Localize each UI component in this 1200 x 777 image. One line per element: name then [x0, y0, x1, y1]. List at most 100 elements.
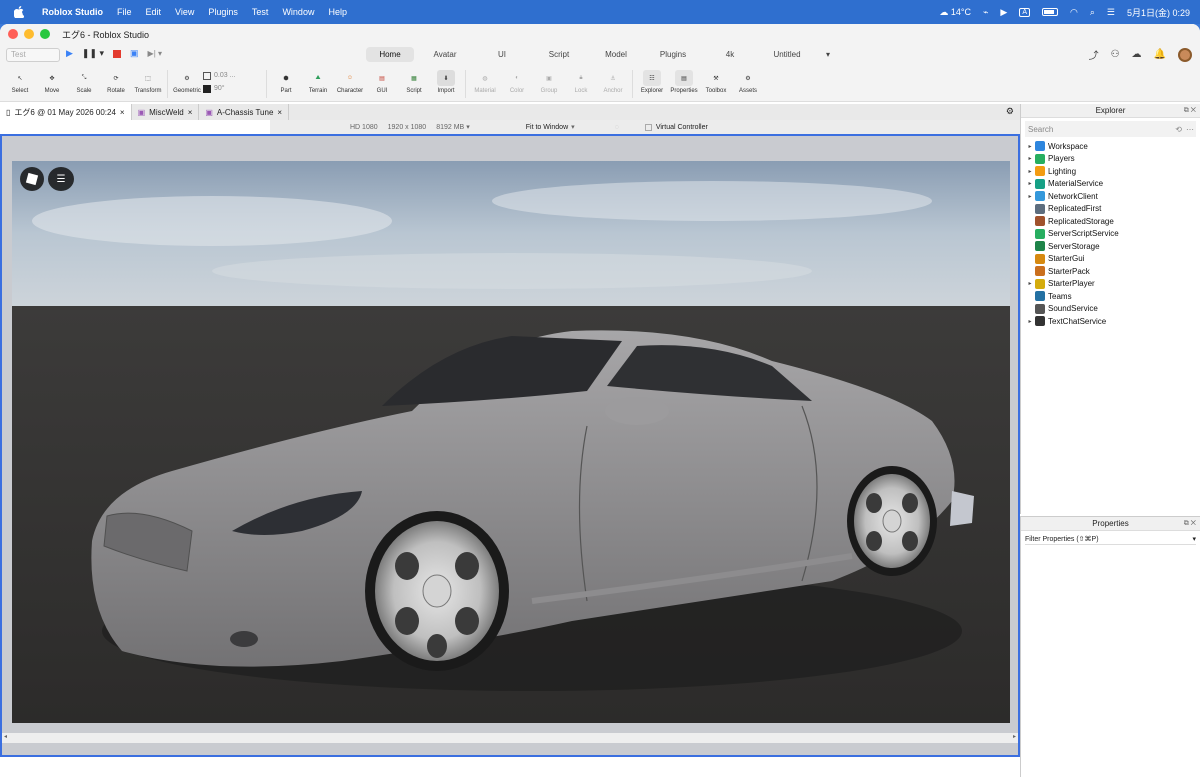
fit-to-window-dropdown[interactable]: Fit to Window — [526, 124, 568, 131]
explorer-item[interactable]: ▸ Players — [1021, 153, 1200, 166]
cloud-icon[interactable]: ☁ — [1132, 49, 1142, 60]
memory[interactable]: 8192 MB — [436, 124, 464, 131]
tab-ui[interactable]: UI — [476, 47, 528, 62]
move-tool[interactable]: ✥ Move — [36, 66, 68, 95]
explorer-tool[interactable]: ☷ Explorer — [636, 66, 668, 94]
doc-tab-chassis-tune[interactable]: ▣ A-Chassis Tune × — [199, 104, 290, 120]
close-tab-icon[interactable]: × — [188, 108, 193, 117]
explorer-item[interactable]: ReplicatedFirst — [1021, 203, 1200, 216]
explorer-search-input[interactable]: Search — [1028, 125, 1053, 134]
scroll-left-arrow-icon[interactable]: ◂ — [4, 733, 7, 740]
tab-model[interactable]: Model — [590, 47, 642, 62]
tabs-overflow-chevron-icon[interactable]: ▾ — [818, 47, 838, 62]
notifications-icon[interactable]: 🔔 — [1154, 49, 1166, 60]
roblox-menu-button[interactable] — [20, 167, 44, 191]
game-scene[interactable]: ☰ — [12, 161, 1010, 723]
weather-icon[interactable]: ☁ 14°C — [939, 7, 971, 18]
step-icon[interactable]: ▶| ▾ — [148, 49, 162, 58]
explorer-item[interactable]: ReplicatedStorage — [1021, 215, 1200, 228]
geometric-tool[interactable]: ⚙ Geometric — [171, 66, 203, 95]
terrain-tool[interactable]: ⛰ Terrain — [302, 66, 334, 95]
properties-panel-controls[interactable]: ⧉ ✕ — [1184, 517, 1196, 531]
color-tool[interactable]: ◐ Color — [501, 66, 533, 94]
doc-tab-miscweld[interactable]: ▣ MiscWeld × — [131, 104, 200, 120]
test-mode-dropdown[interactable]: Test — [6, 48, 60, 62]
properties-tool[interactable]: ▤ Properties — [668, 66, 700, 94]
snap-move-checkbox[interactable] — [203, 71, 211, 80]
orientation-icon[interactable]: ◌ — [615, 124, 619, 131]
minimize-window-button[interactable] — [24, 29, 34, 39]
apple-icon[interactable] — [12, 5, 26, 19]
script-tool[interactable]: ▦ Script — [398, 66, 430, 95]
spotlight-search-icon[interactable]: ⌕ — [1090, 7, 1095, 18]
expand-chevron-icon[interactable]: ▸ — [1025, 318, 1035, 325]
anchor-tool[interactable]: ⚓︎ Anchor — [597, 66, 629, 95]
doc-tab-place[interactable]: ▯ エグ6 @ 01 May 2026 00:24 × — [0, 104, 132, 120]
play-circle-icon[interactable]: ▶ — [1000, 7, 1007, 18]
explorer-panel-controls[interactable]: ⧉ ✕ — [1184, 104, 1196, 118]
explorer-item[interactable]: ▸ StarterPlayer — [1021, 278, 1200, 291]
fit-chevron-icon[interactable]: ▾ — [571, 123, 575, 131]
history-icon[interactable]: ⟲ — [1175, 125, 1182, 134]
scroll-right-arrow-icon[interactable]: ▸ — [1013, 733, 1016, 740]
snap-move-value[interactable]: 0.03 ... — [214, 72, 235, 79]
battery-icon[interactable] — [1041, 8, 1058, 16]
input-method-icon[interactable]: A — [1019, 7, 1030, 17]
character-tool[interactable]: ☺ Character — [334, 66, 366, 94]
collaborators-icon[interactable]: ⚇ — [1111, 49, 1120, 60]
assets-tool[interactable]: ⚙ Assets — [732, 66, 764, 95]
explorer-search[interactable]: Search ⟲ ⋯ — [1025, 121, 1196, 137]
control-center-icon[interactable]: ☰ — [1107, 7, 1115, 18]
explorer-item[interactable]: ▸ NetworkClient — [1021, 190, 1200, 203]
explorer-item[interactable]: Teams — [1021, 290, 1200, 303]
close-tab-icon[interactable]: × — [120, 108, 125, 117]
device-preview-icon[interactable]: ▣ — [130, 48, 139, 59]
menu-window[interactable]: Window — [282, 7, 314, 17]
menu-edit[interactable]: Edit — [146, 7, 162, 17]
memory-chevron-icon[interactable]: ▾ — [466, 123, 470, 131]
explorer-item[interactable]: ServerStorage — [1021, 240, 1200, 253]
toolbox-tool[interactable]: ⚒ Toolbox — [700, 66, 732, 95]
explorer-item[interactable]: StarterPack — [1021, 265, 1200, 278]
expand-chevron-icon[interactable]: ▸ — [1025, 155, 1035, 162]
scale-tool[interactable]: ⤡ Scale — [68, 66, 100, 95]
device-name[interactable]: HD 1080 — [350, 124, 378, 131]
virtual-controller-checkbox[interactable] — [644, 123, 652, 131]
filter-properties-input[interactable]: Filter Properties (⇧⌘P) ▾ — [1025, 533, 1196, 545]
transform-tool[interactable]: ⬚ Transform — [132, 66, 164, 95]
close-window-button[interactable] — [8, 29, 18, 39]
import-tool[interactable]: ⬇ Import — [430, 66, 462, 94]
clock[interactable]: 5月1日(金) 0:29 — [1127, 6, 1190, 19]
pause-icon[interactable]: ❚❚ ▾ — [82, 48, 104, 59]
close-tab-icon[interactable]: × — [277, 108, 282, 117]
menu-file[interactable]: File — [117, 7, 132, 17]
tab-4k[interactable]: 4k — [704, 47, 756, 62]
wifi-icon[interactable]: ◠ — [1070, 7, 1078, 18]
rotate-tool[interactable]: ⟳ Rotate — [100, 66, 132, 95]
gui-tool[interactable]: ▤ GUI — [366, 66, 398, 95]
expand-chevron-icon[interactable]: ▸ — [1025, 168, 1035, 175]
explorer-item[interactable]: ▸ MaterialService — [1021, 178, 1200, 191]
tab-untitled[interactable]: Untitled — [761, 47, 813, 62]
menu-test[interactable]: Test — [252, 7, 269, 17]
explorer-item[interactable]: ▸ Workspace — [1021, 140, 1200, 153]
more-options-icon[interactable]: ⋯ — [1186, 125, 1194, 134]
zoom-window-button[interactable] — [40, 29, 50, 39]
tab-avatar[interactable]: Avatar — [419, 47, 471, 62]
menu-plugins[interactable]: Plugins — [208, 7, 238, 17]
explorer-item[interactable]: ▸ Lighting — [1021, 165, 1200, 178]
avatar[interactable] — [1178, 47, 1192, 62]
expand-chevron-icon[interactable]: ▸ — [1025, 180, 1035, 187]
snap-rotate-checkbox[interactable] — [203, 84, 211, 93]
lock-tool[interactable]: 🔒︎ Lock — [565, 66, 597, 95]
expand-chevron-icon[interactable]: ▸ — [1025, 280, 1035, 287]
play-icon[interactable]: ▶ — [66, 48, 73, 59]
snap-rotate-value[interactable]: 90° — [214, 85, 225, 92]
explorer-item[interactable]: StarterGui — [1021, 253, 1200, 266]
material-tool[interactable]: ◍ Material — [469, 66, 501, 95]
menu-help[interactable]: Help — [328, 7, 347, 17]
explorer-item[interactable]: SoundService — [1021, 303, 1200, 316]
filter-chevron-icon[interactable]: ▾ — [1192, 535, 1196, 543]
horizontal-scrollbar[interactable]: ◂ ▸ — [2, 733, 1018, 743]
expand-chevron-icon[interactable]: ▸ — [1025, 193, 1035, 200]
